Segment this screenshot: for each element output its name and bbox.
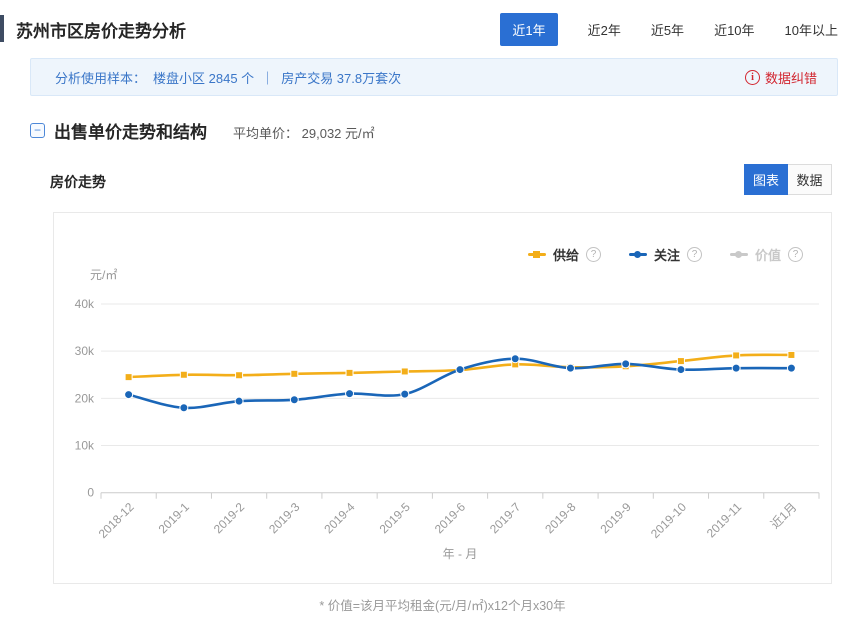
data-error-report-label: 数据纠错 [765,68,817,87]
sample-info: 分析使用样本： 楼盘小区 2845 个 ｜ 房产交易 37.8万套次 [55,68,401,87]
page-title: 苏州市区房价走势分析 [16,17,186,42]
legend-item-attention[interactable]: 关注 ? [629,245,702,264]
supply-point [733,352,740,359]
title-accent-bar [0,15,4,42]
x-tick-label: 近1月 [768,500,800,532]
data-error-report-button[interactable]: i 数据纠错 [745,68,817,87]
section-header: − 出售单价走势和结构 平均单价： 29,032 元/㎡ [30,118,375,143]
chart-view-button[interactable]: 图表 [744,164,788,195]
average-price-value: 29,032 元/㎡ [302,126,375,141]
supply-point [677,358,684,365]
x-tick-label: 2019-7 [487,500,524,537]
x-tick-label: 2018-12 [96,500,137,541]
x-tick-label: 2019-4 [321,500,358,537]
attention-point [511,355,519,363]
attention-point [566,364,574,372]
y-axis-unit-label: 元/㎡ [90,268,117,282]
y-tick-label: 30k [75,344,95,358]
x-tick-label: 2019-9 [597,500,634,537]
supply-point [236,372,243,379]
tab-recent-5-years[interactable]: 近5年 [651,13,684,46]
value-legend-marker-icon [730,250,748,259]
tab-recent-2-years[interactable]: 近2年 [588,13,621,46]
supply-point [401,368,408,375]
section-title: 出售单价走势和结构 [54,118,207,143]
help-icon[interactable]: ? [788,247,803,262]
info-divider: ｜ [261,68,274,87]
x-tick-label: 2019-11 [704,500,745,541]
attention-point [787,364,795,372]
x-tick-label: 2019-1 [156,500,193,537]
sample-info-bar: 分析使用样本： 楼盘小区 2845 个 ｜ 房产交易 37.8万套次 i 数据纠… [30,58,838,96]
y-tick-label: 0 [87,486,94,500]
legend-item-value[interactable]: 价值 ? [730,245,803,264]
y-tick-label: 10k [75,439,95,453]
attention-point [677,366,685,374]
price-trend-chart-panel: 元/㎡ 0 10k 20k 30k 40k 2018-12 2019-1 2019-2 2019-… [53,212,832,584]
supply-point [291,370,298,377]
supply-point [788,351,795,358]
attention-point [732,364,740,372]
attention-point [125,391,133,399]
attention-point [456,366,464,374]
tab-recent-1-year[interactable]: 近1年 [500,13,557,46]
y-tick-label: 20k [75,391,95,405]
y-tick-label: 40k [75,297,95,311]
legend-label-attention: 关注 [654,245,680,264]
x-tick-label: 2019-8 [542,500,579,537]
x-tick-label: 2019-5 [377,500,414,537]
sample-label: 分析使用样本： [55,68,146,87]
x-tick-label: 2019-3 [266,500,303,537]
price-trend-chart: 元/㎡ 0 10k 20k 30k 40k 2018-12 2019-1 2019-2 2019-… [54,213,831,583]
attention-point [622,360,630,368]
x-tick-label: 2019-2 [211,500,248,537]
attention-point [180,404,188,412]
page-header: 苏州市区房价走势分析 近1年 近2年 近5年 近10年 10年以上 [0,12,852,46]
attention-point [346,390,354,398]
attention-point [401,390,409,398]
x-axis-name: 年 - 月 [443,547,478,561]
x-tick-label: 2019-6 [432,500,469,537]
transaction-value: 房产交易 37.8万套次 [281,68,401,87]
legend-label-supply: 供给 [553,245,579,264]
info-circle-icon: i [745,70,760,85]
sample-value: 楼盘小区 2845 个 [153,68,254,87]
legend-item-supply[interactable]: 供给 ? [528,245,601,264]
supply-point [125,374,132,381]
average-price-label: 平均单价： [233,126,298,141]
supply-point [180,371,187,378]
tab-recent-10-years[interactable]: 近10年 [714,13,754,46]
value-definition-footnote: * 价值=该月平均租金(元/月/㎡)x12个月x30年 [53,595,832,614]
attention-point [235,397,243,405]
supply-legend-marker-icon [528,250,546,259]
collapse-icon[interactable]: − [30,123,45,138]
attention-legend-marker-icon [629,250,647,259]
tab-over-10-years[interactable]: 10年以上 [785,13,838,46]
x-tick-label: 2019-10 [648,500,689,541]
time-range-tabs: 近1年 近2年 近5年 近10年 10年以上 [500,12,838,46]
chart-title: 房价走势 [50,172,106,192]
chart-header-row: 房价走势 图表 数据 [50,164,832,196]
help-icon[interactable]: ? [687,247,702,262]
legend-label-value: 价值 [755,245,781,264]
supply-point [346,369,353,376]
attention-point [290,396,298,404]
average-price: 平均单价： 29,032 元/㎡ [233,120,375,142]
chart-legend: 供给 ? 关注 ? 价值 ? [528,245,803,264]
data-view-button[interactable]: 数据 [788,164,832,195]
help-icon[interactable]: ? [586,247,601,262]
view-toggle: 图表 数据 [744,164,832,195]
